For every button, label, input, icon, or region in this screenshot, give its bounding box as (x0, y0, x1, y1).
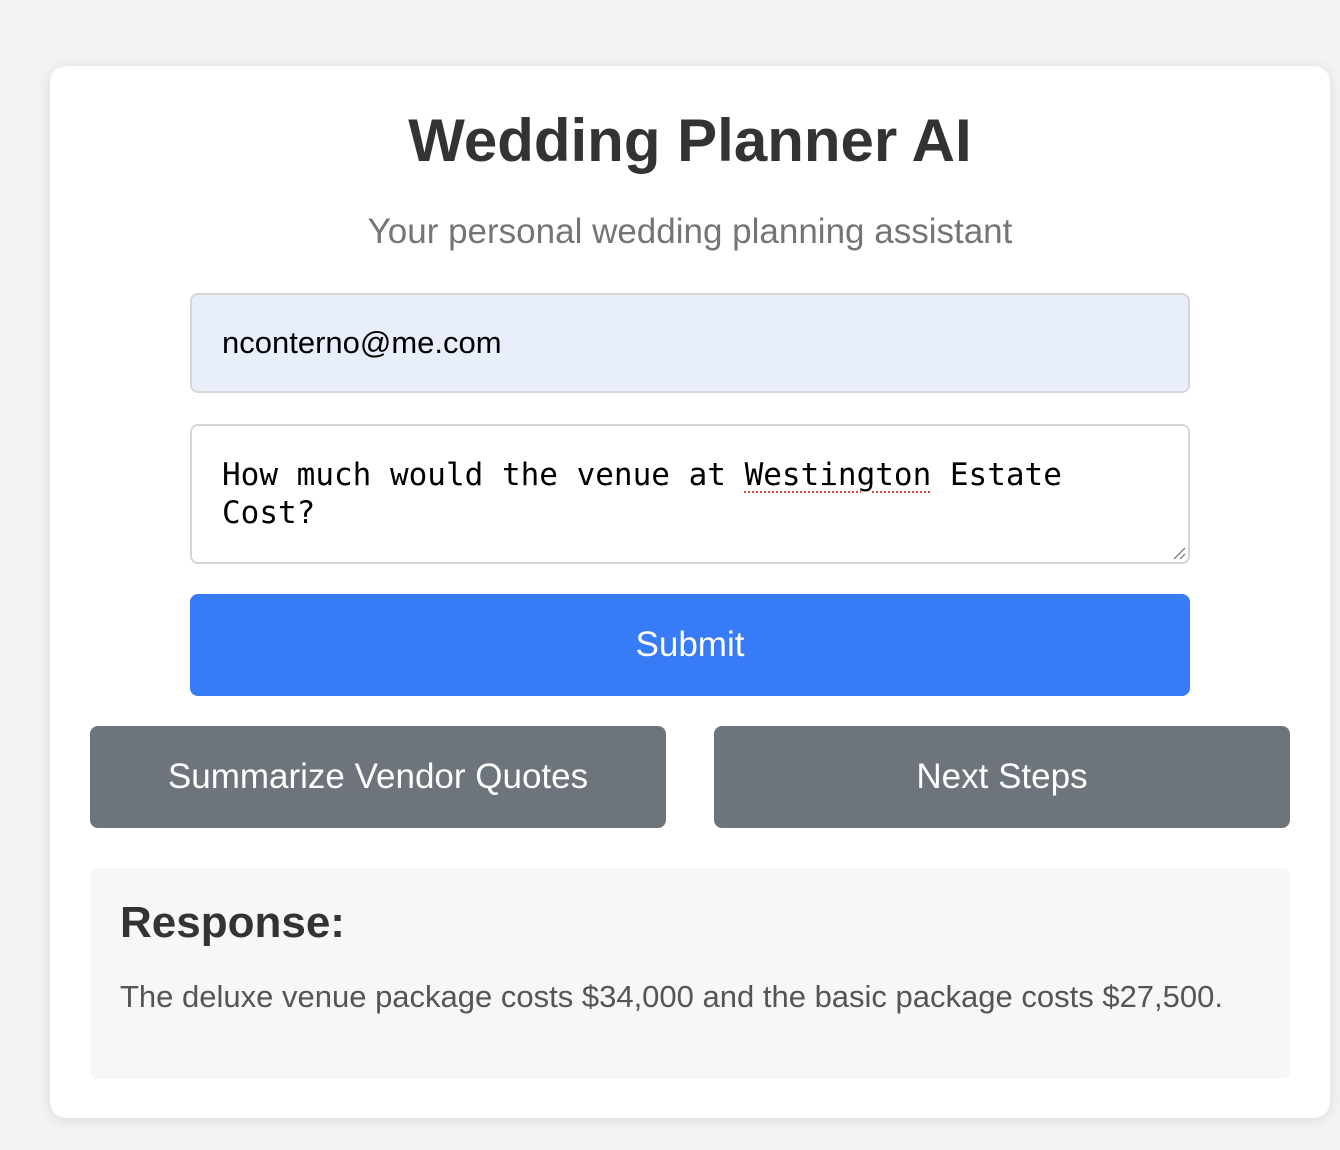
submit-button[interactable]: Submit (190, 594, 1190, 696)
question-text-part-1: How much would the venue at (222, 457, 745, 493)
response-heading: Response: (120, 898, 345, 947)
page-title: Wedding Planner AI (408, 107, 972, 174)
question-textarea[interactable]: How much would the venue at Westington E… (190, 424, 1190, 564)
response-text: The deluxe venue package costs $34,000 a… (120, 979, 1223, 1014)
main-card: Wedding Planner AI Your personal wedding… (50, 66, 1330, 1118)
summarize-vendor-quotes-button[interactable]: Summarize Vendor Quotes (90, 726, 666, 828)
email-field[interactable] (190, 293, 1190, 393)
resize-grip-icon[interactable] (1172, 546, 1186, 560)
response-panel: Response: The deluxe venue package costs… (90, 868, 1290, 1079)
next-steps-button[interactable]: Next Steps (714, 726, 1290, 828)
misspelled-word: Westington (744, 457, 932, 493)
page-subtitle: Your personal wedding planning assistant (367, 212, 1013, 251)
